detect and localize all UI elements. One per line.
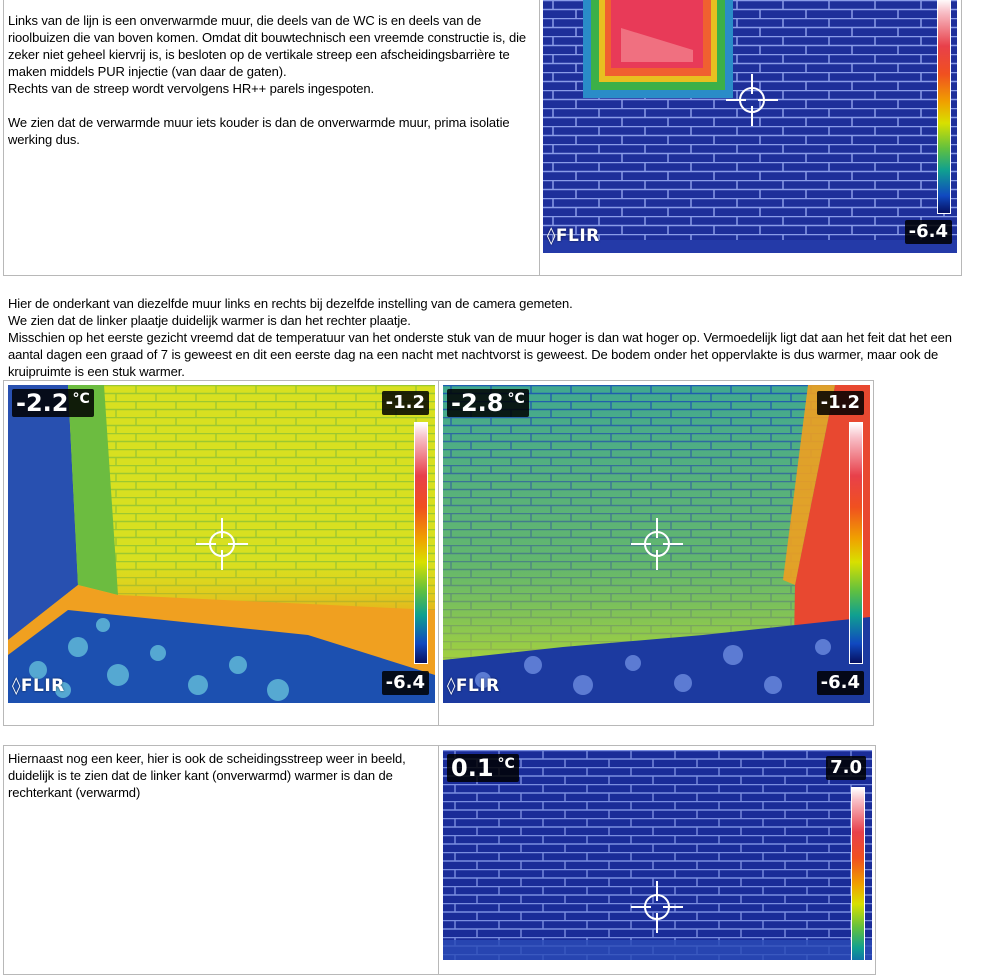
scale-max-label: -1.2 (381, 391, 429, 415)
flir-logo-icon: ◊FLIR (547, 226, 600, 246)
scale-max-label: 7.0 (826, 756, 866, 780)
thermal-image-bottom: 0.1 °C 7.0 (443, 750, 872, 960)
color-scale-bar (849, 422, 863, 664)
temperature-value: 0.1 (451, 754, 494, 782)
measured-temperature: -2.8 °C (447, 389, 529, 417)
temperature-unit: °C (497, 756, 515, 772)
flir-logo-icon: ◊FLIR (12, 676, 65, 696)
measured-temperature: 0.1 °C (447, 754, 519, 782)
scale-min-label: -6.4 (381, 671, 429, 695)
cell-divider (438, 381, 439, 725)
cell-divider (438, 746, 439, 974)
section-3-text: Hiernaast nog een keer, hier is ook de s… (8, 751, 406, 800)
color-scale-bar (937, 0, 951, 214)
scale-max-label: -1.2 (816, 391, 864, 415)
crosshair-icon (196, 518, 248, 570)
crosshair-icon (631, 881, 683, 933)
temperature-unit: °C (72, 391, 90, 407)
color-scale-bar (414, 422, 428, 664)
temperature-value: -2.8 (451, 389, 504, 417)
flir-logo-icon: ◊FLIR (447, 676, 500, 696)
thermal-image-window: -6.4 ◊FLIR (543, 0, 957, 253)
cell-divider (539, 0, 540, 275)
temperature-unit: °C (507, 391, 525, 407)
section-1-text: Links van de lijn is een onverwarmde muu… (8, 13, 526, 147)
scale-min-label: -6.4 (816, 671, 864, 695)
crosshair-icon (631, 518, 683, 570)
temperature-value: -2.2 (16, 389, 69, 417)
thermal-image-window-graphic (543, 0, 957, 253)
thermal-image-right: -2.8 °C -1.2 -6.4 ◊FLIR (443, 385, 870, 703)
measured-temperature: -2.2 °C (12, 389, 94, 417)
scale-min-label: -6.4 (904, 220, 952, 244)
section-2-text: Hier de onderkant van diezelfde muur lin… (8, 296, 952, 379)
crosshair-icon (726, 74, 778, 126)
thermal-image-left: -2.2 °C -1.2 -6.4 ◊FLIR (8, 385, 435, 703)
color-scale-bar (851, 787, 865, 960)
